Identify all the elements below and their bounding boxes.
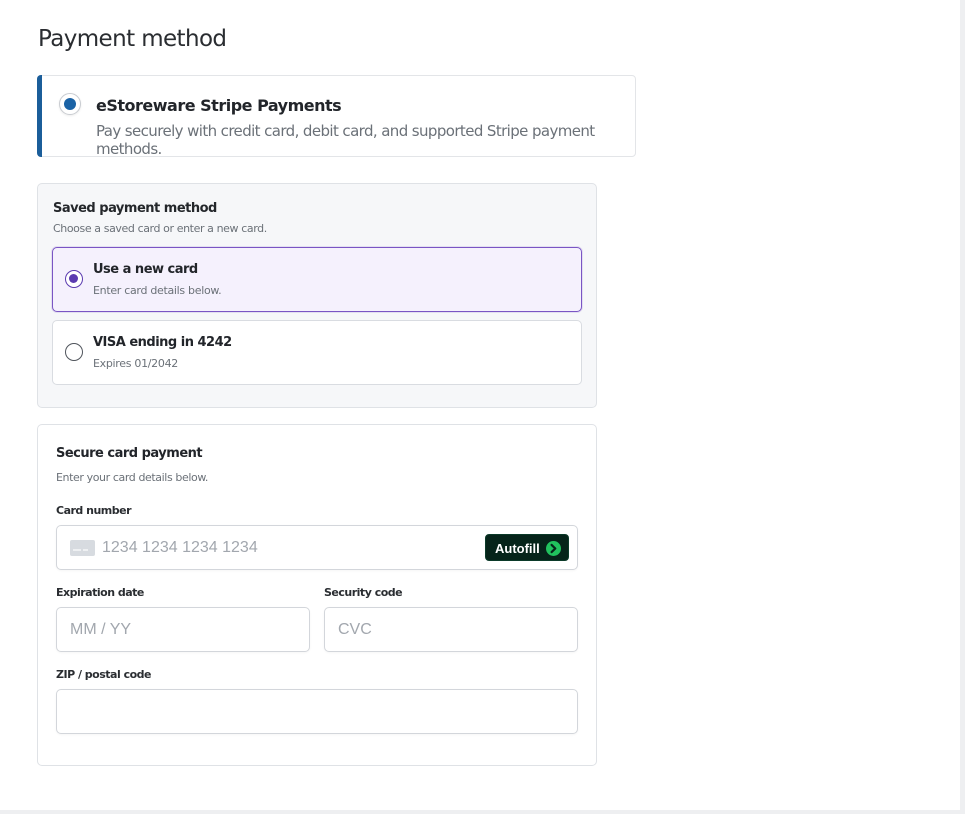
option-title: Use a new card <box>93 262 198 277</box>
option-subtitle: Enter card details below. <box>93 284 222 297</box>
radio-dot <box>64 98 76 110</box>
payment-gateway-option[interactable]: eStoreware Stripe Payments Pay securely … <box>37 75 636 158</box>
right-gutter <box>960 0 965 814</box>
secure-card-subtitle: Enter your card details below. <box>56 471 209 484</box>
card-icon-stripe <box>73 549 81 551</box>
saved-visa-radio[interactable] <box>65 343 83 361</box>
autofill-button[interactable]: Autofill <box>485 534 569 561</box>
radio-dot <box>69 274 78 283</box>
bottom-gutter <box>0 810 965 814</box>
card-number-label: Card number <box>56 504 132 517</box>
saved-methods-title: Saved payment method <box>53 201 217 216</box>
postal-code-field[interactable] <box>56 689 578 734</box>
security-code-label: Security code <box>324 586 403 599</box>
postal-code-label: ZIP / postal code <box>56 668 151 681</box>
option-title: VISA ending in 4242 <box>93 335 232 350</box>
secure-card-panel: Secure card payment Enter your card deta… <box>37 424 597 766</box>
expiration-field[interactable] <box>56 607 310 652</box>
security-code-input[interactable] <box>338 608 563 651</box>
autofill-label: Autofill <box>495 541 540 556</box>
expiration-label: Expiration date <box>56 586 144 599</box>
postal-code-input[interactable] <box>70 690 565 733</box>
expiration-input[interactable] <box>70 608 295 651</box>
saved-methods-subtitle: Choose a saved card or enter a new card. <box>53 222 267 235</box>
card-icon-stripe <box>83 549 88 551</box>
security-code-field[interactable] <box>324 607 578 652</box>
gateway-radio[interactable] <box>59 93 81 115</box>
gateway-name: eStoreware Stripe Payments <box>96 96 342 115</box>
card-number-input[interactable] <box>102 526 462 569</box>
option-saved-visa[interactable]: VISA ending in 4242 Expires 01/2042 <box>52 320 582 385</box>
page-title: Payment method <box>38 26 227 52</box>
gateway-description: Pay securely with credit card, debit car… <box>96 122 595 158</box>
new-card-radio[interactable] <box>65 270 83 288</box>
saved-payment-panel: Saved payment method Choose a saved card… <box>37 183 597 408</box>
arrow-right-circle-icon <box>546 541 561 556</box>
credit-card-icon <box>70 540 95 556</box>
option-new-card[interactable]: Use a new card Enter card details below. <box>52 247 582 312</box>
secure-card-title: Secure card payment <box>56 446 203 461</box>
gateway-accent-bar <box>37 75 42 157</box>
option-subtitle: Expires 01/2042 <box>93 357 178 370</box>
card-number-field[interactable]: Autofill <box>56 525 578 570</box>
